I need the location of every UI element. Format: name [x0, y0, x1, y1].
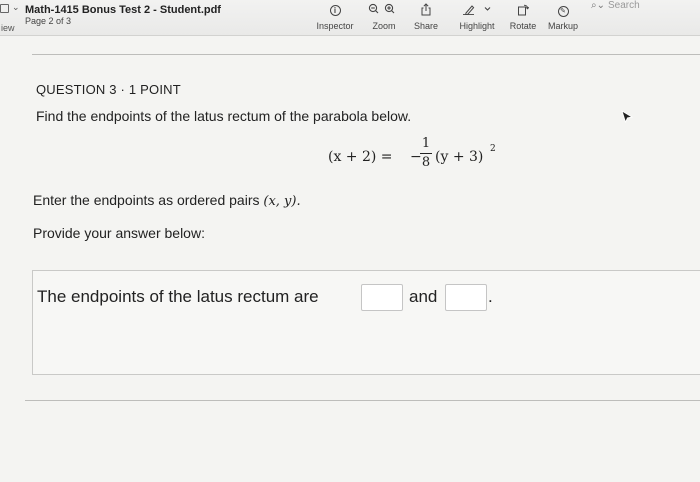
answer-prefix: The endpoints of the latus rectum are: [37, 287, 319, 306]
share-label: Share: [413, 21, 439, 31]
markup-icon: ✎: [557, 6, 569, 17]
zoom-icons: [368, 3, 395, 14]
instruction-label: Enter the endpoints as ordered pairs: [33, 192, 264, 208]
rotate-label: Rotate: [509, 21, 537, 31]
document-title: Math-1415 Bonus Test 2 - Student.pdf: [25, 4, 221, 16]
chevron-down-icon: [484, 7, 491, 11]
fraction-bar: [420, 153, 432, 154]
zoom-label: Zoom: [372, 21, 396, 31]
provide-answer-label: Provide your answer below:: [33, 225, 205, 241]
info-circle-icon: i: [329, 5, 341, 16]
search-field[interactable]: ⌕⌄: [588, 0, 700, 14]
toolbar: ⌄ iew Math-1415 Bonus Test 2 - Student.p…: [0, 0, 700, 36]
markup-button[interactable]: ✎ Markup: [545, 3, 581, 31]
sidebar-icon: [0, 4, 9, 13]
instruction-text: Enter the endpoints as ordered pairs (x,…: [33, 192, 301, 209]
highlight-button[interactable]: Highlight: [455, 3, 499, 31]
question-prompt: Find the endpoints of the latus rectum o…: [36, 108, 412, 124]
question-header: QUESTION 3 · 1 POINT: [36, 82, 181, 97]
answer-box: The endpoints of the latus rectum are an…: [32, 270, 700, 375]
view-label: iew: [1, 23, 15, 33]
sidebar-toggle-button[interactable]: ⌄: [0, 2, 20, 16]
answer-and-label: and: [409, 287, 438, 306]
fraction-numerator: 1: [421, 136, 431, 151]
answer-period: .: [488, 287, 493, 306]
equation-fraction: 1 8: [420, 136, 432, 171]
pen-icon: [463, 5, 475, 16]
share-icon: [421, 3, 431, 16]
highlight-icons: [463, 5, 491, 16]
equation-exponent: 2: [490, 144, 496, 154]
inspector-label: Inspector: [316, 21, 354, 31]
fraction-denominator: 8: [421, 155, 431, 170]
ordered-pair-notation: (x, y).: [263, 194, 301, 209]
inspector-button[interactable]: i Inspector: [312, 3, 358, 31]
highlight-label: Highlight: [459, 21, 495, 31]
chevron-down-icon: ⌄: [12, 2, 20, 12]
mouse-cursor-icon: [621, 110, 633, 124]
zoom-out-icon: [368, 3, 379, 14]
divider-top: [32, 54, 700, 55]
rotate-button[interactable]: Rotate: [506, 3, 540, 31]
rotate-icon: [518, 4, 530, 16]
endpoint-2-input[interactable]: [445, 284, 487, 311]
divider-bottom: [25, 400, 700, 401]
share-button[interactable]: Share: [410, 3, 442, 31]
markup-label: Markup: [547, 21, 578, 31]
equation-lhs: (x + 2) =: [328, 149, 393, 165]
endpoint-1-input[interactable]: [361, 284, 403, 311]
zoom-in-icon: [384, 3, 395, 14]
search-icon: ⌕⌄: [591, 0, 605, 11]
equation-rhs: (y + 3): [435, 149, 484, 165]
zoom-button[interactable]: Zoom: [364, 3, 404, 31]
search-input[interactable]: [608, 0, 698, 12]
page-indicator: Page 2 of 3: [25, 16, 72, 26]
